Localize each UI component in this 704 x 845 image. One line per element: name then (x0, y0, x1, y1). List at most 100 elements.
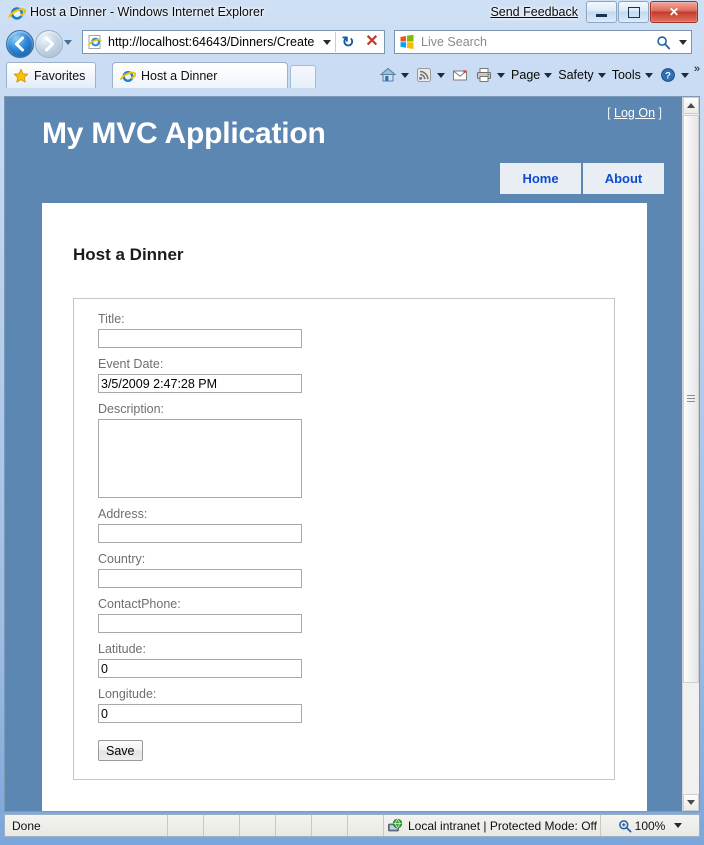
search-icon (656, 35, 670, 49)
help-menu[interactable]: ? (656, 64, 692, 86)
close-icon: ✕ (365, 33, 379, 50)
internet-explorer-icon (8, 4, 27, 22)
status-cell (275, 815, 311, 836)
caption-buttons: ✕ (586, 1, 698, 23)
nav-item-about[interactable]: About (583, 163, 664, 194)
contact-phone-input[interactable] (98, 614, 302, 633)
log-on-link[interactable]: Log On (614, 106, 655, 120)
internet-explorer-icon (120, 68, 137, 84)
zoom-level-text: 100% (634, 818, 666, 833)
home-button[interactable] (376, 64, 412, 86)
security-zone-indicator[interactable]: Local intranet | Protected Mode: Off (383, 815, 600, 836)
page-favicon-icon (87, 34, 103, 50)
chevron-up-icon (687, 103, 695, 108)
favorites-button[interactable]: Favorites (6, 62, 97, 88)
chevron-down-icon[interactable] (674, 823, 683, 828)
live-search-icon (399, 34, 415, 50)
status-text: Done (12, 818, 41, 833)
chevron-down-icon[interactable] (497, 72, 506, 78)
field-row-event-date: Event Date: (98, 357, 614, 393)
maximize-icon (627, 6, 640, 18)
command-bar: Page Safety Tools ? » (376, 63, 700, 87)
chevron-down-icon[interactable] (437, 72, 446, 78)
label-contact-phone: ContactPhone: (98, 597, 181, 611)
login-display: [ Log On ] (607, 106, 662, 120)
close-icon: ✕ (668, 5, 680, 19)
tools-menu[interactable]: Tools (609, 64, 656, 86)
field-row-country: Country: (98, 552, 614, 588)
safety-menu-label: Safety (558, 68, 594, 82)
page-menu-label: Page (511, 68, 541, 82)
scroll-down-button[interactable] (683, 794, 699, 811)
scrollbar-grip-icon (687, 395, 695, 403)
save-button[interactable]: Save (98, 740, 143, 761)
page-title: Host a Dinner (73, 245, 184, 264)
latitude-input[interactable] (98, 659, 302, 678)
field-row-latitude: Latitude: (98, 642, 614, 678)
main-navigation: Home About (500, 163, 664, 194)
field-row-contact-phone: ContactPhone: (98, 597, 614, 633)
chevron-down-icon[interactable] (401, 72, 410, 78)
field-row-longitude: Longitude: (98, 687, 614, 723)
minimize-button[interactable] (586, 1, 617, 23)
site-header: My MVC Application [ Log On ] Home About (5, 97, 684, 203)
page-scrollbar[interactable] (682, 97, 699, 811)
longitude-input[interactable] (98, 704, 302, 723)
browser-window: Host a Dinner - Windows Internet Explore… (0, 0, 704, 845)
svg-text:?: ? (665, 71, 671, 82)
overflow-icon[interactable]: » (694, 63, 700, 75)
search-button[interactable] (651, 35, 675, 50)
status-cell (239, 815, 275, 836)
event-date-input[interactable] (98, 374, 302, 393)
printer-icon (475, 66, 493, 84)
bracket-close: ] (655, 106, 662, 120)
zoom-control[interactable]: 100% (600, 815, 699, 836)
favorites-label: Favorites (34, 68, 86, 83)
label-title: Title: (98, 312, 125, 326)
address-input[interactable] (98, 524, 302, 543)
window-title: Host a Dinner - Windows Internet Explore… (30, 5, 265, 19)
scroll-up-button[interactable] (683, 97, 699, 114)
security-zone-text: Local intranet | Protected Mode: Off (408, 818, 597, 833)
web-page: My MVC Application [ Log On ] Home About… (5, 97, 684, 811)
read-mail-button[interactable] (448, 64, 472, 86)
chevron-down-icon (680, 72, 689, 78)
status-cell (311, 815, 347, 836)
refresh-button[interactable]: ↻ (336, 31, 360, 53)
search-dropdown-icon[interactable] (675, 39, 691, 45)
stop-button[interactable]: ✕ (360, 31, 384, 53)
feeds-button[interactable] (412, 64, 448, 86)
zoom-icon (618, 819, 632, 833)
back-button[interactable] (6, 30, 34, 58)
country-input[interactable] (98, 569, 302, 588)
safety-menu[interactable]: Safety (555, 64, 608, 86)
field-row-title: Title: (98, 312, 614, 348)
tab-label: Host a Dinner (141, 68, 218, 83)
tab-bar: Favorites Host a Dinner Page Safety Tool… (0, 60, 704, 90)
send-feedback-link[interactable]: Send Feedback (490, 5, 578, 19)
label-description: Description: (98, 402, 164, 416)
new-tab-button[interactable] (290, 65, 316, 88)
minimize-icon (596, 13, 607, 17)
address-dropdown-icon[interactable] (319, 39, 335, 45)
print-button[interactable] (472, 64, 508, 86)
maximize-button[interactable] (618, 1, 649, 23)
title-input[interactable] (98, 329, 302, 348)
page-menu[interactable]: Page (508, 64, 555, 86)
address-text: http://localhost:64643/Dinners/Create (108, 35, 315, 49)
close-button[interactable]: ✕ (650, 1, 698, 23)
status-bar: Done Local intranet | Protected Mode: Of… (4, 814, 700, 837)
browser-tab[interactable]: Host a Dinner (112, 62, 288, 88)
forward-button[interactable] (35, 30, 63, 58)
refresh-icon: ↻ (341, 33, 355, 51)
title-bar: Host a Dinner - Windows Internet Explore… (0, 0, 704, 27)
scrollbar-thumb[interactable] (683, 115, 699, 683)
description-input[interactable] (98, 419, 302, 498)
rss-feed-icon (415, 66, 433, 84)
tools-menu-label: Tools (611, 68, 641, 82)
recent-pages-dropdown-icon[interactable] (64, 40, 72, 45)
search-bar[interactable]: Live Search (394, 30, 692, 54)
field-row-description: Description: (98, 402, 614, 498)
nav-item-home[interactable]: Home (500, 163, 581, 194)
address-bar[interactable]: http://localhost:64643/Dinners/Create ↻ … (82, 30, 385, 54)
